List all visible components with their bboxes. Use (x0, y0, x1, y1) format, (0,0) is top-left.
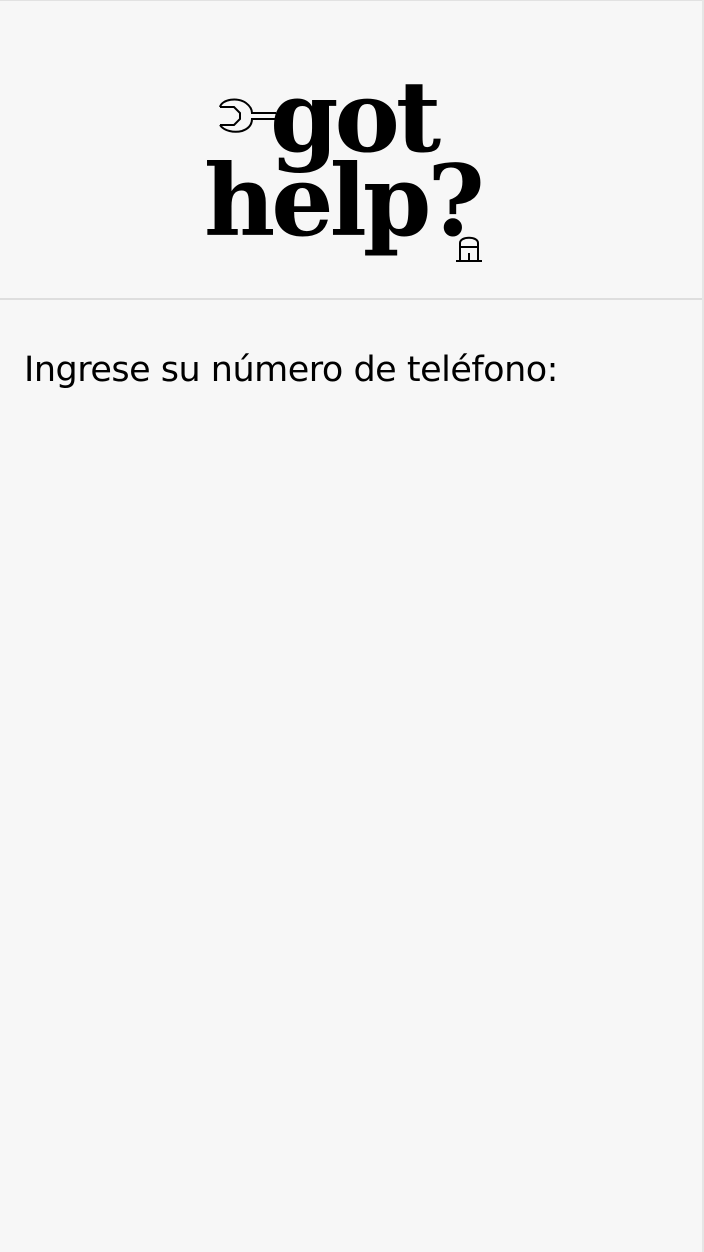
wrench-icon (219, 98, 276, 133)
app-header: got help? (0, 0, 702, 300)
logo-word-help: help? (204, 144, 485, 259)
app-screen: got help? Ingrese su número de teléfono: (0, 0, 704, 1252)
plunger-icon (456, 236, 482, 262)
phone-number-prompt: Ingrese su número de teléfono: (24, 350, 558, 390)
got-help-logo: got help? (200, 67, 500, 277)
